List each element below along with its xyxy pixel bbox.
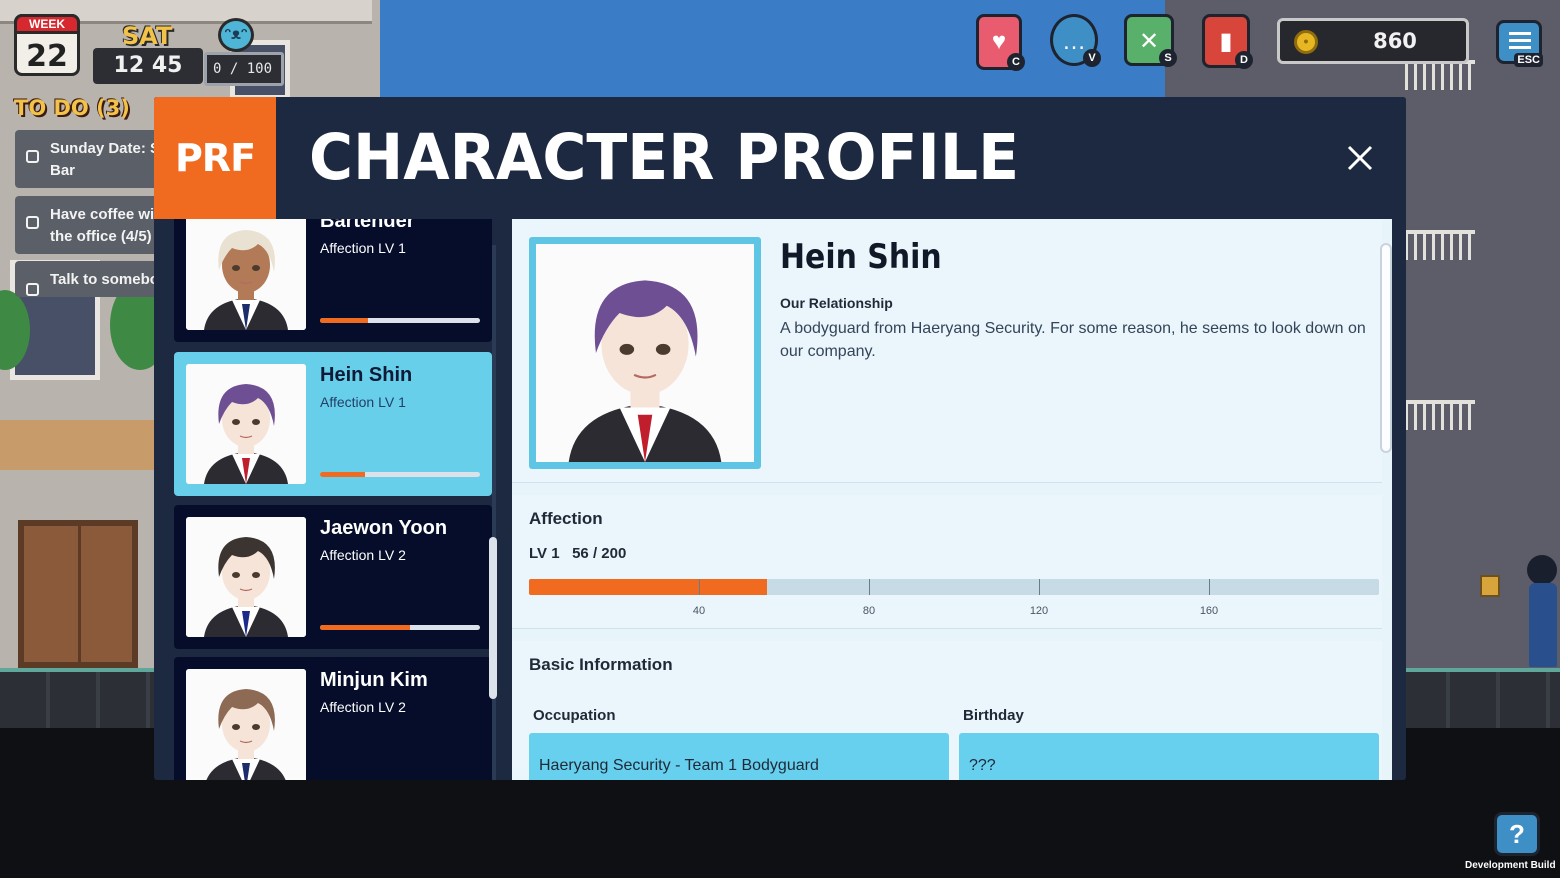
clock: 12 45 bbox=[93, 48, 203, 84]
modal-header: PRF CHARACTER PROFILE bbox=[154, 97, 1406, 219]
balcony-rail bbox=[1405, 400, 1475, 430]
character-portrait bbox=[186, 669, 306, 780]
coin-icon: • bbox=[1294, 30, 1318, 54]
list-scrollbar-thumb[interactable] bbox=[489, 537, 497, 699]
profile-summary: Hein Shin Our Relationship A bodyguard f… bbox=[512, 219, 1392, 483]
modal-title: CHARACTER PROFILE bbox=[309, 121, 1020, 195]
character-portrait bbox=[186, 364, 306, 484]
close-button[interactable] bbox=[1340, 138, 1380, 178]
occupation-label: Occupation bbox=[533, 707, 616, 724]
character-name: Hein Shin bbox=[320, 364, 413, 386]
portrait-image bbox=[186, 517, 306, 637]
detail-portrait bbox=[529, 237, 761, 469]
affection-title: Affection bbox=[529, 509, 603, 528]
character-affection-level: Affection LV 1 bbox=[320, 240, 406, 256]
relationship-description: A bodyguard from Haeryang Security. For … bbox=[780, 320, 1366, 360]
birthday-label: Birthday bbox=[963, 707, 1024, 724]
character-name: Minjun Kim bbox=[320, 669, 428, 691]
coin-counter: • 860 bbox=[1277, 18, 1469, 64]
character-card[interactable]: Minjun Kim Affection LV 2 bbox=[174, 657, 492, 780]
character-profile-modal: PRF CHARACTER PROFILE Bartender Affectio… bbox=[154, 97, 1406, 780]
day-label: SAT bbox=[122, 22, 173, 50]
todo-title: TO DO (3) bbox=[14, 96, 130, 120]
detail-scrollbar[interactable] bbox=[1380, 243, 1392, 453]
affection-tick bbox=[869, 579, 870, 595]
week-number: 22 bbox=[26, 39, 68, 74]
portrait-image bbox=[186, 364, 306, 484]
character-card[interactable]: Bartender Affection LV 1 bbox=[174, 219, 492, 342]
help-button[interactable]: ? bbox=[1494, 812, 1540, 856]
portrait-image bbox=[186, 669, 306, 780]
character-list[interactable]: Bartender Affection LV 1 Hein Shin Affec… bbox=[170, 219, 497, 780]
portrait-image bbox=[186, 219, 306, 330]
week-label: WEEK bbox=[14, 14, 80, 34]
affection-progress-bar bbox=[320, 318, 480, 323]
affection-bar bbox=[529, 579, 1379, 595]
character-card-selected[interactable]: Hein Shin Affection LV 1 bbox=[174, 352, 492, 496]
coin-amount: 860 bbox=[1373, 29, 1417, 53]
basic-info-section: Basic Information Occupation Haeryang Se… bbox=[512, 641, 1382, 780]
affection-progress-bar bbox=[320, 472, 480, 477]
character-portrait bbox=[186, 219, 306, 330]
character-name: Bartender bbox=[320, 219, 415, 232]
menu-icon bbox=[1509, 32, 1531, 35]
mood-face-icon: ᵔᴥᵔ bbox=[218, 18, 254, 52]
affection-progress-bar bbox=[320, 625, 480, 630]
relationship-label: Our Relationship bbox=[780, 295, 893, 311]
week-counter: WEEK 22 bbox=[14, 14, 80, 76]
list-scrollbar-track[interactable] bbox=[492, 245, 496, 780]
affection-tick bbox=[1209, 579, 1210, 595]
player-character bbox=[1523, 555, 1560, 667]
shop-door bbox=[18, 520, 138, 668]
inventory-button[interactable]: ▮ D bbox=[1202, 14, 1253, 69]
menu-button[interactable]: ESC bbox=[1496, 20, 1543, 67]
stamina-meter: 0 / 100 bbox=[204, 52, 284, 86]
todo-item[interactable]: Sunday Date: S Bar bbox=[15, 130, 165, 188]
occupation-value: Haeryang Security - Team 1 Bodyguard bbox=[529, 733, 949, 780]
portrait-image bbox=[536, 244, 754, 462]
detail-character-name: Hein Shin bbox=[780, 237, 942, 277]
affection-tick-label: 80 bbox=[862, 605, 876, 617]
contacts-button[interactable]: ♥ C bbox=[976, 14, 1025, 71]
character-affection-level: Affection LV 2 bbox=[320, 547, 406, 563]
affection-tick bbox=[1039, 579, 1040, 595]
profile-badge: PRF bbox=[154, 97, 276, 219]
character-card[interactable]: Jaewon Yoon Affection LV 2 bbox=[174, 505, 492, 649]
messages-button[interactable]: … V bbox=[1050, 14, 1101, 67]
affection-tick-label: 40 bbox=[692, 605, 706, 617]
affection-level: LV 1 56 / 200 bbox=[529, 545, 627, 562]
affection-tick-label: 160 bbox=[1199, 605, 1219, 617]
map-button[interactable]: ✕ S bbox=[1124, 14, 1177, 67]
balcony-rail bbox=[1405, 60, 1475, 90]
basic-info-title: Basic Information bbox=[529, 655, 673, 674]
character-affection-level: Affection LV 1 bbox=[320, 394, 406, 410]
balcony-rail bbox=[1405, 230, 1475, 260]
close-icon bbox=[1347, 145, 1373, 171]
todo-item[interactable]: Have coffee wi the office (4/5) bbox=[15, 196, 165, 254]
development-build-label: Development Build bbox=[1465, 860, 1556, 871]
character-name: Jaewon Yoon bbox=[320, 517, 448, 539]
birthday-value: ??? bbox=[959, 733, 1379, 780]
sky bbox=[320, 0, 1170, 100]
todo-item[interactable]: Talk to somebo bbox=[15, 261, 165, 297]
affection-section: Affection LV 1 56 / 200 40 80 120 160 bbox=[512, 495, 1382, 629]
checkbox-icon[interactable] bbox=[26, 150, 39, 163]
checkbox-icon[interactable] bbox=[26, 216, 39, 229]
character-portrait bbox=[186, 517, 306, 637]
checkbox-icon[interactable] bbox=[26, 283, 39, 296]
mailbox bbox=[1480, 575, 1500, 597]
affection-bar-fill bbox=[529, 579, 767, 595]
character-affection-level: Affection LV 2 bbox=[320, 699, 406, 715]
affection-tick bbox=[699, 579, 700, 595]
character-detail[interactable]: Hein Shin Our Relationship A bodyguard f… bbox=[512, 219, 1392, 780]
affection-tick-label: 120 bbox=[1029, 605, 1049, 617]
